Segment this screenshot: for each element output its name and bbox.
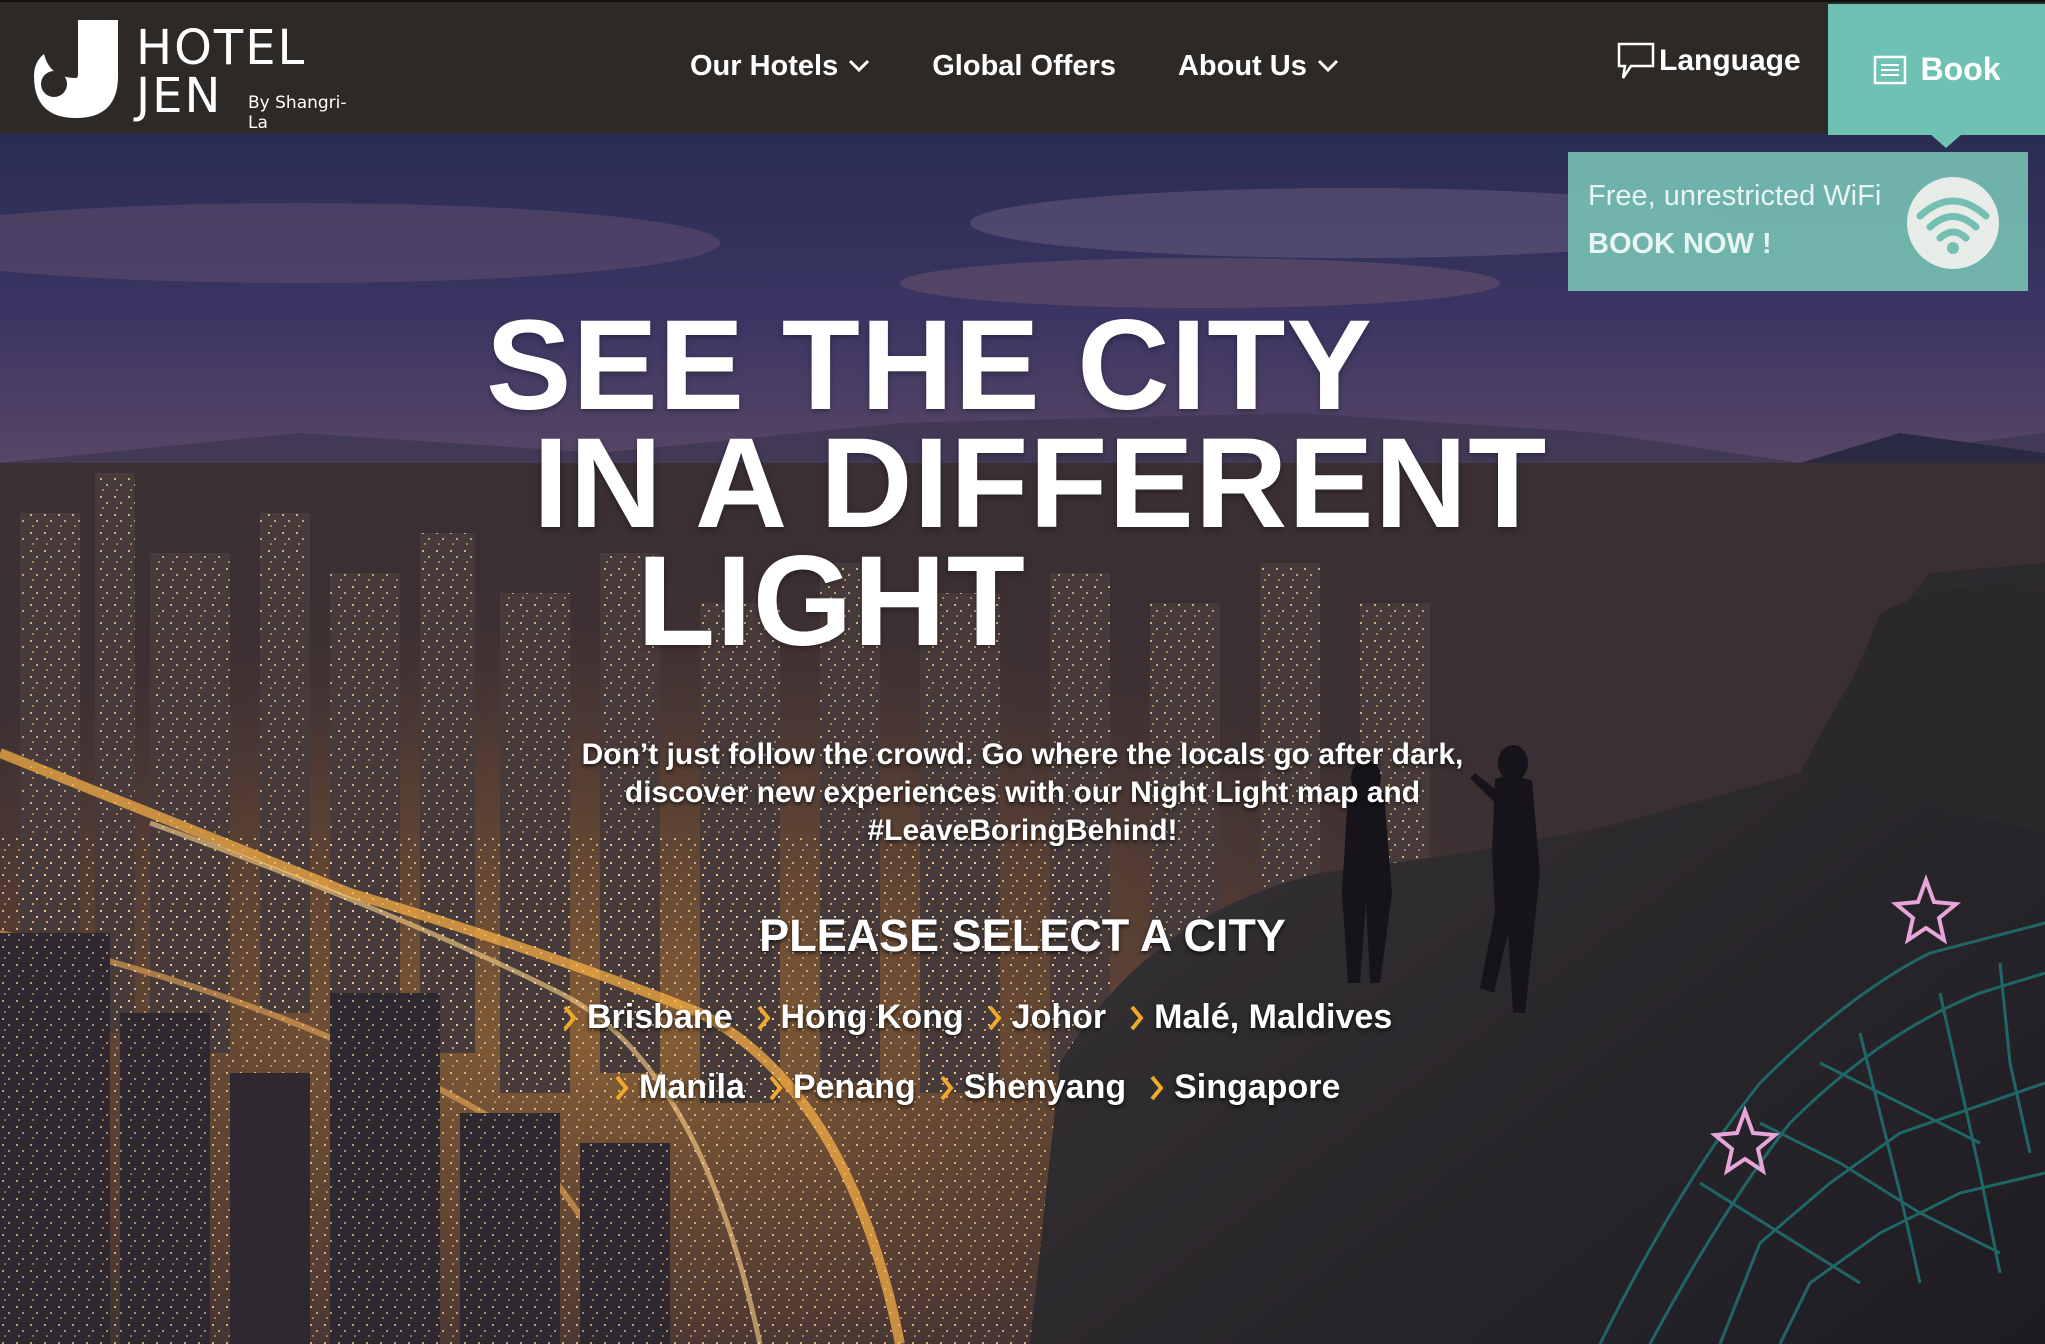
top-navigation-bar: HOTEL JEN By Shangri-La Our Hotels Globa… — [0, 0, 2045, 148]
city-label: Malé, Maldives — [1154, 998, 1393, 1036]
nav-our-hotels-label: Our Hotels — [690, 49, 839, 82]
nav-about-us[interactable]: About Us — [1178, 42, 1339, 90]
chevron-right-icon — [769, 1075, 783, 1100]
city-label: Shenyang — [963, 1068, 1127, 1106]
hero-headline-line-2: IN A DIFFERENT — [533, 412, 1548, 555]
book-pointer-arrow — [1930, 134, 1962, 148]
promo-text: Free, unrestricted WiFi — [1588, 180, 1882, 212]
city-link-johor[interactable]: Johor — [988, 998, 1106, 1037]
city-label: Brisbane — [587, 998, 733, 1036]
city-link-shenyang[interactable]: Shenyang — [940, 1068, 1126, 1107]
city-link-hong-kong[interactable]: Hong Kong — [756, 998, 964, 1037]
wifi-icon — [1907, 177, 1999, 269]
city-list-row-1: Brisbane Hong Kong Johor Malé, Maldives — [563, 998, 1416, 1037]
city-link-brisbane[interactable]: Brisbane — [563, 998, 733, 1037]
city-label: Penang — [792, 1068, 916, 1106]
language-label: Language — [1659, 44, 1801, 77]
hotel-jen-logo[interactable]: HOTEL JEN By Shangri-La — [30, 18, 360, 133]
chevron-down-icon — [849, 59, 870, 73]
logo-text-hotel: HOTEL — [136, 20, 307, 76]
city-link-male-maldives[interactable]: Malé, Maldives — [1130, 998, 1392, 1037]
book-button[interactable]: Book — [1828, 4, 2045, 135]
promo-book-now-link[interactable]: BOOK NOW ! — [1588, 228, 1772, 261]
speech-bubble-icon — [1617, 42, 1655, 79]
chevron-right-icon — [756, 1005, 771, 1030]
chevron-right-icon — [988, 1005, 1002, 1030]
hero-headline-line-3: LIGHT — [637, 530, 1026, 673]
main-navigation: Our Hotels Global Offers About Us — [690, 42, 1401, 90]
nav-our-hotels[interactable]: Our Hotels — [690, 42, 870, 90]
nav-about-us-label: About Us — [1177, 49, 1307, 82]
logo-text-jen: JEN — [136, 68, 223, 124]
city-label: Johor — [1011, 998, 1107, 1036]
wifi-promo-banner[interactable]: Free, unrestricted WiFi BOOK NOW ! — [1568, 152, 2028, 291]
chevron-right-icon — [940, 1075, 954, 1100]
city-link-manila[interactable]: Manila — [615, 1068, 745, 1107]
hero-headline-line-1: SEE THE CITY — [486, 294, 1373, 437]
city-list-row-2: Manila Penang Shenyang Singapore — [615, 1068, 1364, 1107]
booking-list-icon — [1873, 55, 1906, 84]
city-label: Manila — [639, 1068, 745, 1106]
chevron-right-icon — [1150, 1075, 1164, 1100]
chevron-right-icon — [563, 1005, 577, 1030]
nav-global-offers[interactable]: Global Offers — [932, 42, 1116, 90]
book-label: Book — [1920, 51, 2001, 87]
chevron-down-icon — [1317, 59, 1338, 73]
language-selector[interactable]: Language — [1617, 42, 1801, 82]
select-city-title: PLEASE SELECT A CITY — [759, 910, 1286, 961]
hero-intro-text: Don’t just follow the crowd. Go where th… — [581, 738, 1464, 847]
logo-subtitle: By Shangri-La — [248, 93, 347, 133]
chevron-right-icon — [1130, 1005, 1144, 1030]
city-link-singapore[interactable]: Singapore — [1150, 1068, 1340, 1107]
city-label: Hong Kong — [780, 998, 964, 1036]
j-logo-icon — [34, 20, 118, 118]
nav-global-offers-label: Global Offers — [932, 49, 1116, 82]
chevron-right-icon — [615, 1075, 629, 1100]
city-link-penang[interactable]: Penang — [769, 1068, 916, 1107]
city-label: Singapore — [1174, 1068, 1341, 1106]
